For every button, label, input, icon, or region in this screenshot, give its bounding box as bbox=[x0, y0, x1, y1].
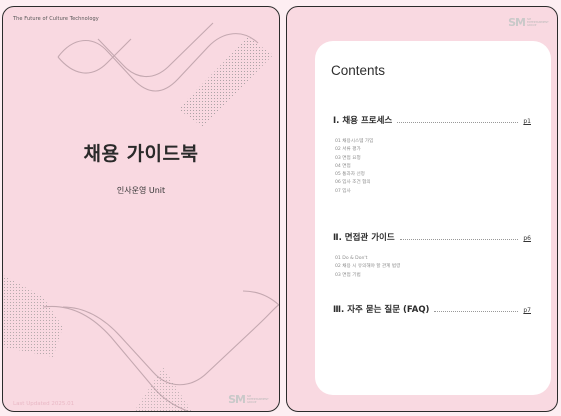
toc-page-link[interactable]: p1 bbox=[523, 118, 531, 125]
cover-subtitle: 인사운영 Unit bbox=[116, 186, 166, 195]
toc-page-link[interactable]: p7 bbox=[523, 307, 531, 314]
cover-title: 채용 가이드북 bbox=[83, 143, 199, 165]
toc-subitem: 05 통과자 선정 bbox=[335, 172, 365, 178]
logo-mark: SM bbox=[508, 16, 526, 29]
cover-tagline: The Future of Culture Technology bbox=[13, 16, 99, 22]
toc-subitem: 07 입사 bbox=[335, 188, 351, 194]
company-logo: SM SM ENTERTAINMENT GROUP bbox=[228, 393, 269, 406]
last-updated: Last Updated 2025.01 bbox=[13, 401, 75, 407]
toc-subitem: 01 채용시스템 가입 bbox=[335, 139, 374, 144]
toc-section-2[interactable]: Ⅱ. 면접관 가이드 p6 bbox=[333, 231, 531, 243]
toc-page-link[interactable]: p6 bbox=[523, 235, 531, 242]
logo-mark: SM bbox=[228, 393, 246, 406]
toc-subitem: 01 Do & Don't bbox=[335, 256, 368, 261]
toc-subitem: 02 채용 시 유의해야 할 관계 법령 bbox=[335, 264, 401, 270]
toc-subitem: 03 면접 기법 bbox=[335, 272, 361, 278]
cover-page: The Future of Culture Technology 채용 가이드북… bbox=[2, 6, 280, 412]
toc-section-label: Ⅲ. 자주 묻는 질문 (FAQ) bbox=[333, 305, 430, 315]
leader-dots bbox=[434, 304, 519, 312]
toc-subitem: 02 서류 평가 bbox=[335, 147, 361, 153]
toc-subitem: 03 면접 요청 bbox=[335, 155, 361, 161]
toc-subitem: 06 입사 조건 협의 bbox=[335, 180, 371, 186]
contents-card: Contents Ⅰ. 채용 프로세스 p1 01 채용시스템 가입 02 서류… bbox=[315, 41, 551, 395]
contents-title: Contents bbox=[331, 63, 386, 78]
cover-decoration bbox=[3, 22, 279, 411]
toc-section-label: Ⅰ. 채용 프로세스 bbox=[333, 116, 393, 126]
toc-subitems-2: 01 Do & Don't 02 채용 시 유의해야 할 관계 법령 03 면접… bbox=[335, 255, 400, 280]
leader-dots bbox=[397, 115, 519, 123]
toc-section-label: Ⅱ. 면접관 가이드 bbox=[333, 233, 395, 243]
logo-text: SM ENTERTAINMENT GROUP bbox=[527, 18, 549, 27]
leader-dots bbox=[399, 232, 519, 240]
toc-section-3[interactable]: Ⅲ. 자주 묻는 질문 (FAQ) p7 bbox=[333, 303, 531, 315]
contents-page: SM SM ENTERTAINMENT GROUP Contents Ⅰ. 채용… bbox=[286, 6, 558, 412]
toc-subitem: 04 면접 bbox=[335, 163, 351, 169]
logo-text: SM ENTERTAINMENT GROUP bbox=[247, 395, 269, 404]
toc-subitems-1: 01 채용시스템 가입 02 서류 평가 03 면접 요청 04 면접 05 통… bbox=[335, 138, 373, 196]
company-logo: SM SM ENTERTAINMENT GROUP bbox=[508, 16, 549, 29]
toc-section-1[interactable]: Ⅰ. 채용 프로세스 p1 bbox=[333, 114, 531, 126]
